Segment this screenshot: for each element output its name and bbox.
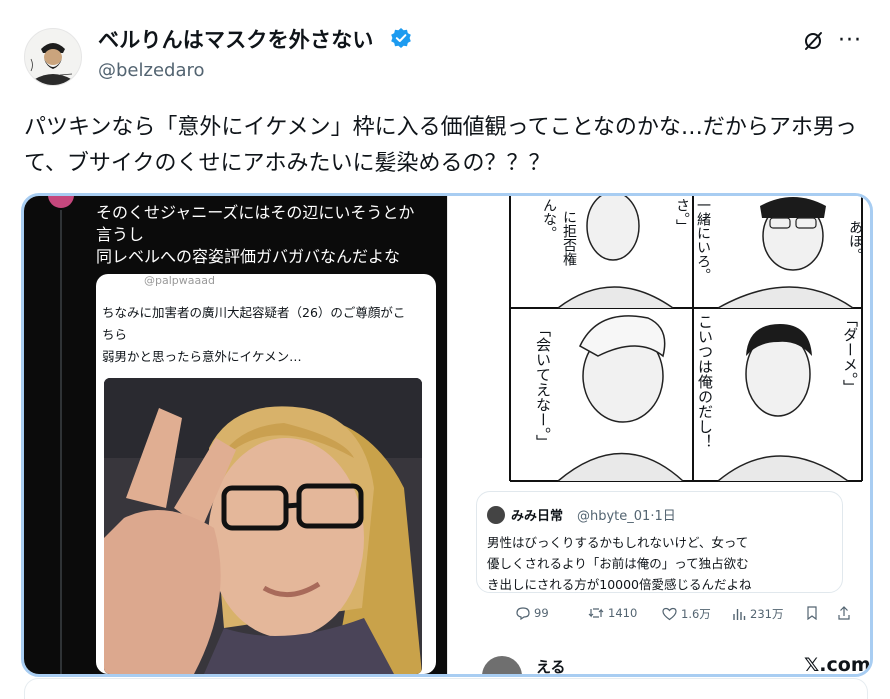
next-tweet-name: える [536, 658, 566, 676]
bearded-man-sketch-icon [30, 43, 73, 85]
manga-line-6: 「会いてえなー。」 [534, 322, 552, 450]
bookmark-icon [807, 606, 817, 620]
manga-line-3: あほ。 [847, 220, 863, 262]
media-left-image[interactable]: そのくせジャニーズにはその辺にいそうとか 言うし 同レベルへの容姿評価ガバガバな… [24, 196, 447, 674]
heart-icon [662, 607, 677, 621]
thread-line [60, 210, 62, 674]
manga-line-1: さ。」 [674, 198, 690, 233]
quote-avatar [487, 506, 505, 524]
inner-quoted-text: ちなみに加害者の廣川大起容疑者（26）のご尊顔がこ ちら 弱男かと思ったら意外に… [102, 305, 406, 364]
manga-line-2: 一緒にいろ。 [695, 198, 711, 282]
next-card-edge [24, 678, 868, 699]
tweet-media[interactable]: そのくせジャニーズにはその辺にいそうとか 言うし 同レベルへの容姿評価ガバガバな… [21, 193, 873, 677]
retweet-icon [588, 608, 604, 618]
share-icon [838, 606, 850, 620]
author-display-name[interactable]: ベルりんはマスクを外さない [98, 24, 374, 54]
bookmark-button [806, 606, 818, 620]
author-avatar[interactable] [24, 28, 82, 86]
like-count: 1.6万 [662, 606, 711, 622]
screenshot-quote-tweet: みみ日常 @hbyte_01·1日 男性はびっくりするかもしれないけど、女って … [476, 491, 843, 593]
reply-icon [516, 607, 530, 620]
screenshot-action-bar: 99 1410 1.6万 231万 [476, 606, 850, 630]
manga-line-5: んな。 [541, 198, 557, 240]
verified-badge-icon [391, 28, 411, 48]
retweet-count: 1410 [588, 606, 637, 620]
views-count: 231万 [732, 606, 783, 622]
share-button [838, 606, 850, 620]
manga-panels [509, 196, 863, 486]
reply-avatar [48, 196, 74, 208]
media-right-image[interactable]: さ。」 一緒にいろ。 あほ。 に拒否権 んな。 「会いてえなー。」 こいつは俺の… [447, 196, 871, 676]
quote-handle-time: @hbyte_01·1日 [577, 509, 676, 524]
quote-author-name: みみ日常 [511, 509, 564, 524]
suspect-photo [104, 378, 422, 674]
more-options-button[interactable]: ··· [838, 28, 862, 53]
tweet-text: パツキンなら「意外にイケメン」枠に入る価値観ってことなのかな…だからアホ男って、… [24, 115, 857, 176]
quote-text: 男性はびっくりするかもしれないけど、女って 優しくされるより「お前は俺の」って独… [487, 535, 752, 592]
manga-line-8: 「ダーメ。」 [841, 312, 859, 395]
views-count-value: 231万 [750, 607, 784, 621]
dark-reply-text: そのくせジャニーズにはその辺にいそうとか 言うし 同レベルへの容姿評価ガバガバな… [96, 203, 415, 266]
like-count-value: 1.6万 [681, 607, 711, 621]
reply-count: 99 [516, 606, 549, 620]
x-com-watermark: 𝕏.com [804, 654, 871, 676]
reply-count-value: 99 [534, 606, 549, 620]
views-chart-icon [733, 609, 746, 620]
manga-line-4: に拒否権 [561, 210, 577, 266]
manga-line-7: こいつは俺のだし！ [696, 314, 714, 449]
inner-handle: @palpwaaad [144, 274, 215, 287]
inner-quoted-card: @palpwaaad ちなみに加害者の廣川大起容疑者（26）のご尊顔がこ ちら … [96, 274, 436, 674]
author-handle[interactable]: @belzedaro [98, 60, 205, 81]
grok-icon[interactable] [802, 30, 824, 52]
retweet-count-value: 1410 [608, 606, 638, 620]
next-tweet-avatar [482, 656, 522, 674]
